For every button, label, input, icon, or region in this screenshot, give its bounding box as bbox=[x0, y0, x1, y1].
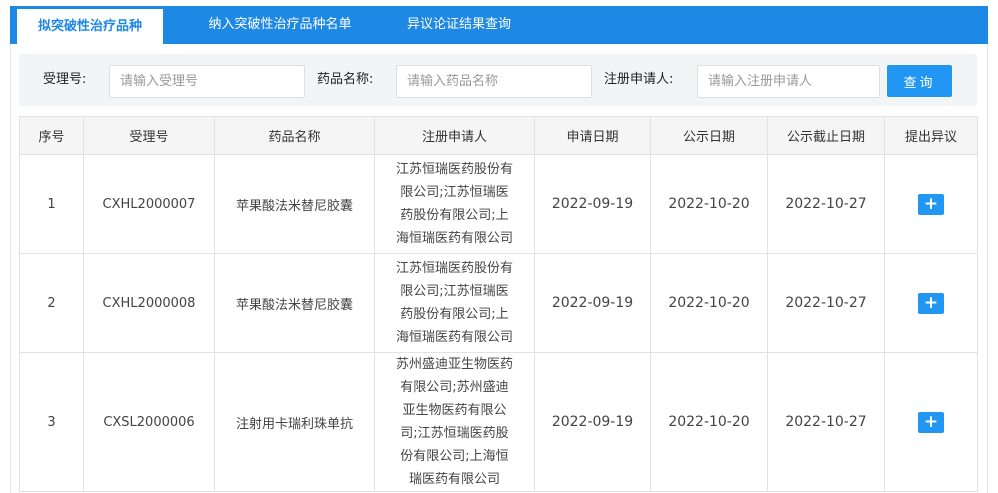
table-row: 2 CXHL2000008 苹果酸法米替尼胶囊 江苏恒瑞医药股份有 限公司;江苏恒… bbox=[19, 253, 978, 353]
applicant-input[interactable] bbox=[697, 65, 880, 98]
applicant-text: 有限公司;苏州盛迪 bbox=[400, 380, 509, 395]
cell-drug-name: 苹果酸法米替尼胶囊 bbox=[214, 253, 375, 353]
content-panel: 受理号: 药品名称: 注册申请人: 查询 序号 受理号 药品名称 注册申请人 申… bbox=[10, 44, 988, 493]
cell-drug-name: 注射用卡瑞利珠单抗 bbox=[214, 352, 375, 492]
cell-objection: + bbox=[884, 253, 978, 353]
raise-objection-button[interactable]: + bbox=[918, 193, 944, 215]
query-button[interactable]: 查询 bbox=[887, 65, 952, 97]
applicant-text: 药股份有限公司;上 bbox=[400, 307, 509, 322]
cell-accept-no: CXHL2000008 bbox=[83, 253, 215, 353]
cell-deadline: 2022-10-27 bbox=[767, 352, 885, 492]
applicant-text: 海恒瑞医药有限公司 bbox=[395, 330, 513, 345]
applicant-text: 药股份有限公司;上 bbox=[400, 208, 509, 223]
cell-index: 2 bbox=[19, 253, 84, 353]
drug-name-label: 药品名称: bbox=[317, 72, 374, 87]
cell-publish-date: 2022-10-20 bbox=[650, 154, 768, 254]
drug-name-input[interactable] bbox=[396, 65, 592, 98]
col-header-publish-date: 公示日期 bbox=[650, 116, 768, 155]
cell-index: 1 bbox=[19, 154, 84, 254]
col-header-apply-date: 申请日期 bbox=[534, 116, 651, 155]
col-header-objection: 提出异议 bbox=[884, 116, 978, 155]
cell-publish-date: 2022-10-20 bbox=[650, 352, 768, 492]
cell-deadline: 2022-10-27 bbox=[767, 253, 885, 353]
applicant-text: 亚生物医药有限公 bbox=[402, 403, 507, 418]
applicant-text: 瑞医药有限公司 bbox=[408, 472, 500, 487]
raise-objection-button[interactable]: + bbox=[918, 411, 944, 433]
applicant-text: 海恒瑞医药有限公司 bbox=[395, 231, 513, 246]
accept-no-input[interactable] bbox=[109, 65, 305, 98]
tab-bar: 拟突破性治疗品种 纳入突破性治疗品种名单 异议论证结果查询 bbox=[10, 6, 988, 44]
col-header-applicant: 注册申请人 bbox=[374, 116, 535, 155]
cell-index: 3 bbox=[19, 352, 84, 492]
cell-deadline: 2022-10-27 bbox=[767, 154, 885, 254]
applicant-text: 司;江苏恒瑞医药股 bbox=[400, 426, 509, 441]
tab-breakthrough-candidates[interactable]: 拟突破性治疗品种 bbox=[17, 9, 163, 44]
accept-no-label: 受理号: bbox=[43, 72, 87, 87]
applicant-text: 限公司;江苏恒瑞医 bbox=[400, 185, 509, 200]
applicant-text: 江苏恒瑞医药股份有 bbox=[395, 162, 513, 177]
cell-accept-no: CXHL2000007 bbox=[83, 154, 215, 254]
cell-apply-date: 2022-09-19 bbox=[534, 352, 651, 492]
col-header-drug-name: 药品名称 bbox=[214, 116, 375, 155]
cell-applicant: 苏州盛迪亚生物医药 有限公司;苏州盛迪 亚生物医药有限公 司;江苏恒瑞医药股 份有限公司… bbox=[374, 352, 535, 492]
table-row: 1 CXHL2000007 苹果酸法米替尼胶囊 江苏恒瑞医药股份有 限公司;江苏恒… bbox=[19, 154, 978, 254]
search-bar: 受理号: 药品名称: 注册申请人: 查询 bbox=[19, 54, 977, 106]
tab-included-list[interactable]: 纳入突破性治疗品种名单 bbox=[188, 6, 372, 44]
raise-objection-button[interactable]: + bbox=[918, 292, 944, 314]
cell-applicant: 江苏恒瑞医药股份有 限公司;江苏恒瑞医 药股份有限公司;上 海恒瑞医药有限公司 bbox=[374, 154, 535, 254]
applicant-text: 江苏恒瑞医药股份有 bbox=[395, 261, 513, 276]
cell-apply-date: 2022-09-19 bbox=[534, 154, 651, 254]
cell-publish-date: 2022-10-20 bbox=[650, 253, 768, 353]
cell-objection: + bbox=[884, 154, 978, 254]
applicant-text: 限公司;江苏恒瑞医 bbox=[400, 284, 509, 299]
cell-apply-date: 2022-09-19 bbox=[534, 253, 651, 353]
results-table: 序号 受理号 药品名称 注册申请人 申请日期 公示日期 公示截止日期 提出异议 … bbox=[19, 116, 978, 492]
cell-drug-name: 苹果酸法米替尼胶囊 bbox=[214, 154, 375, 254]
cell-accept-no: CXSL2000006 bbox=[83, 352, 215, 492]
applicant-text: 苏州盛迪亚生物医药 bbox=[395, 357, 513, 372]
applicant-text: 份有限公司;上海恒 bbox=[400, 449, 509, 464]
col-header-accept-no: 受理号 bbox=[83, 116, 215, 155]
table-header-row: 序号 受理号 药品名称 注册申请人 申请日期 公示日期 公示截止日期 提出异议 bbox=[19, 116, 978, 155]
col-header-index: 序号 bbox=[19, 116, 84, 155]
cell-objection: + bbox=[884, 352, 978, 492]
tab-objection-results[interactable]: 异议论证结果查询 bbox=[388, 6, 530, 44]
col-header-deadline: 公示截止日期 bbox=[767, 116, 885, 155]
applicant-label: 注册申请人: bbox=[604, 72, 674, 87]
cell-applicant: 江苏恒瑞医药股份有 限公司;江苏恒瑞医 药股份有限公司;上 海恒瑞医药有限公司 bbox=[374, 253, 535, 353]
table-row: 3 CXSL2000006 注射用卡瑞利珠单抗 苏州盛迪亚生物医药 有限公司;苏州… bbox=[19, 352, 978, 492]
